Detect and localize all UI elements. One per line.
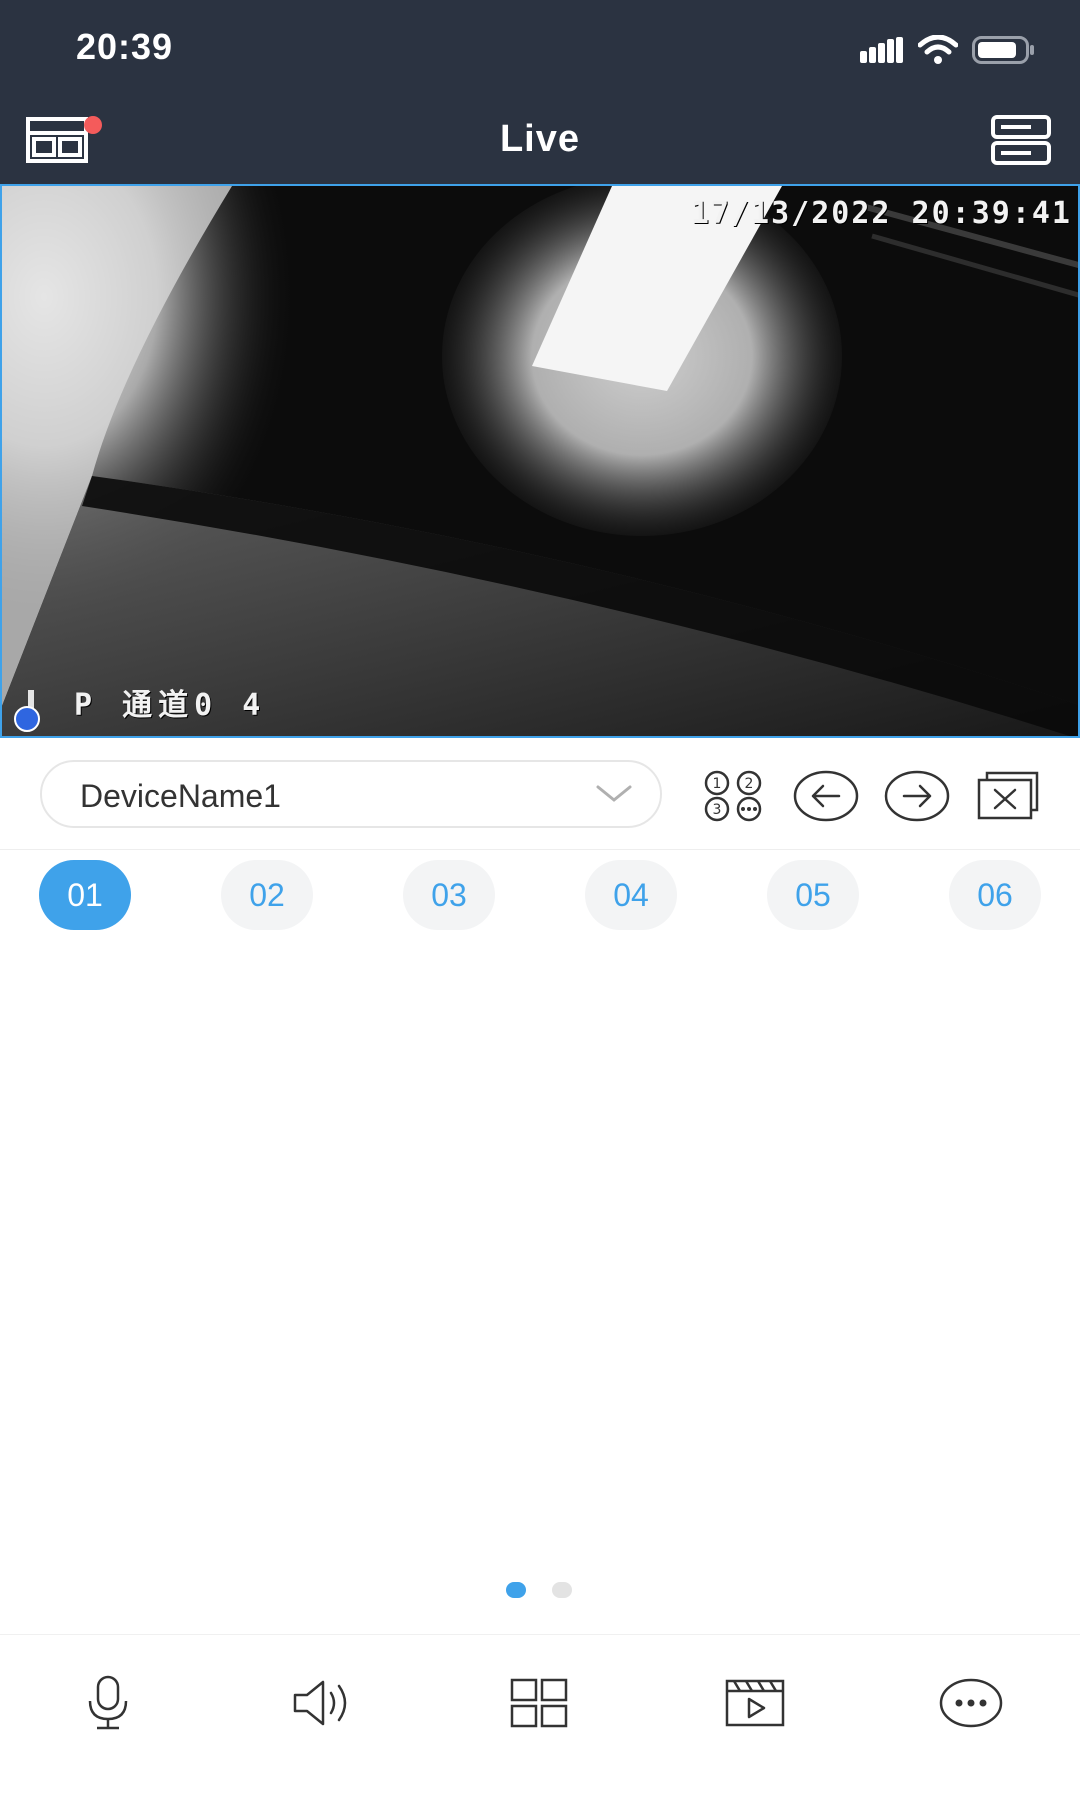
wifi-icon	[918, 35, 958, 64]
split-screen-button[interactable]	[499, 1663, 579, 1743]
arrow-right-icon	[884, 770, 950, 822]
signal-icon	[860, 37, 903, 63]
channel-button-02[interactable]: 02	[221, 860, 313, 930]
audio-button[interactable]	[284, 1663, 364, 1743]
status-icons	[860, 30, 1036, 70]
top-bar: 20:39 Live	[0, 0, 1080, 184]
playback-icon	[725, 1679, 785, 1727]
server-button[interactable]	[988, 112, 1054, 168]
channel-button-01[interactable]: 01	[39, 860, 131, 930]
arrow-left-icon	[793, 770, 859, 822]
channel-selector: 01 02 03 04 05 06	[0, 860, 1080, 932]
playback-button[interactable]	[715, 1663, 795, 1743]
svg-text:2: 2	[745, 776, 754, 792]
device-dropdown[interactable]: DeviceName1	[40, 760, 662, 828]
osd-channel-label: P 通道0 4	[74, 688, 267, 723]
microphone-icon	[88, 1675, 128, 1730]
more-button[interactable]	[931, 1663, 1011, 1743]
battery-icon	[972, 36, 1034, 64]
svg-text:1: 1	[713, 776, 722, 792]
page-indicator-1[interactable]	[506, 1582, 526, 1598]
grid-layout-icon	[510, 1678, 568, 1728]
channel-number-button[interactable]: 1 2 3	[700, 766, 768, 826]
channel-button-04[interactable]: 04	[585, 860, 677, 930]
previous-device-button[interactable]	[792, 766, 860, 826]
recording-indicator	[14, 706, 40, 732]
next-device-button[interactable]	[883, 766, 951, 826]
channel-numbers-icon: 1 2 3	[704, 770, 762, 822]
camera-feed	[2, 186, 1078, 736]
more-icon	[939, 1678, 1003, 1728]
device-toolbar: DeviceName1 1 2 3	[0, 740, 1080, 850]
channel-button-05[interactable]: 05	[767, 860, 859, 930]
speaker-icon	[293, 1680, 347, 1726]
bottom-toolbar	[0, 1634, 1080, 1800]
server-icon	[991, 115, 1051, 165]
talk-button[interactable]	[68, 1663, 148, 1743]
live-video-view[interactable]: 17/13/2022 20:39:41 P 通道0 4	[0, 184, 1080, 738]
channel-button-03[interactable]: 03	[403, 860, 495, 930]
page-indicator-2[interactable]	[552, 1582, 572, 1598]
chevron-down-icon	[596, 785, 632, 802]
device-name: DeviceName1	[80, 778, 281, 814]
svg-text:3: 3	[713, 802, 722, 818]
close-all-button[interactable]	[974, 766, 1042, 826]
close-windows-icon	[977, 771, 1039, 820]
status-time: 20:39	[76, 26, 174, 67]
page-title: Live	[499, 118, 581, 160]
channel-button-06[interactable]: 06	[949, 860, 1041, 930]
osd-timestamp: 17/13/2022 20:39:41	[690, 196, 1072, 231]
